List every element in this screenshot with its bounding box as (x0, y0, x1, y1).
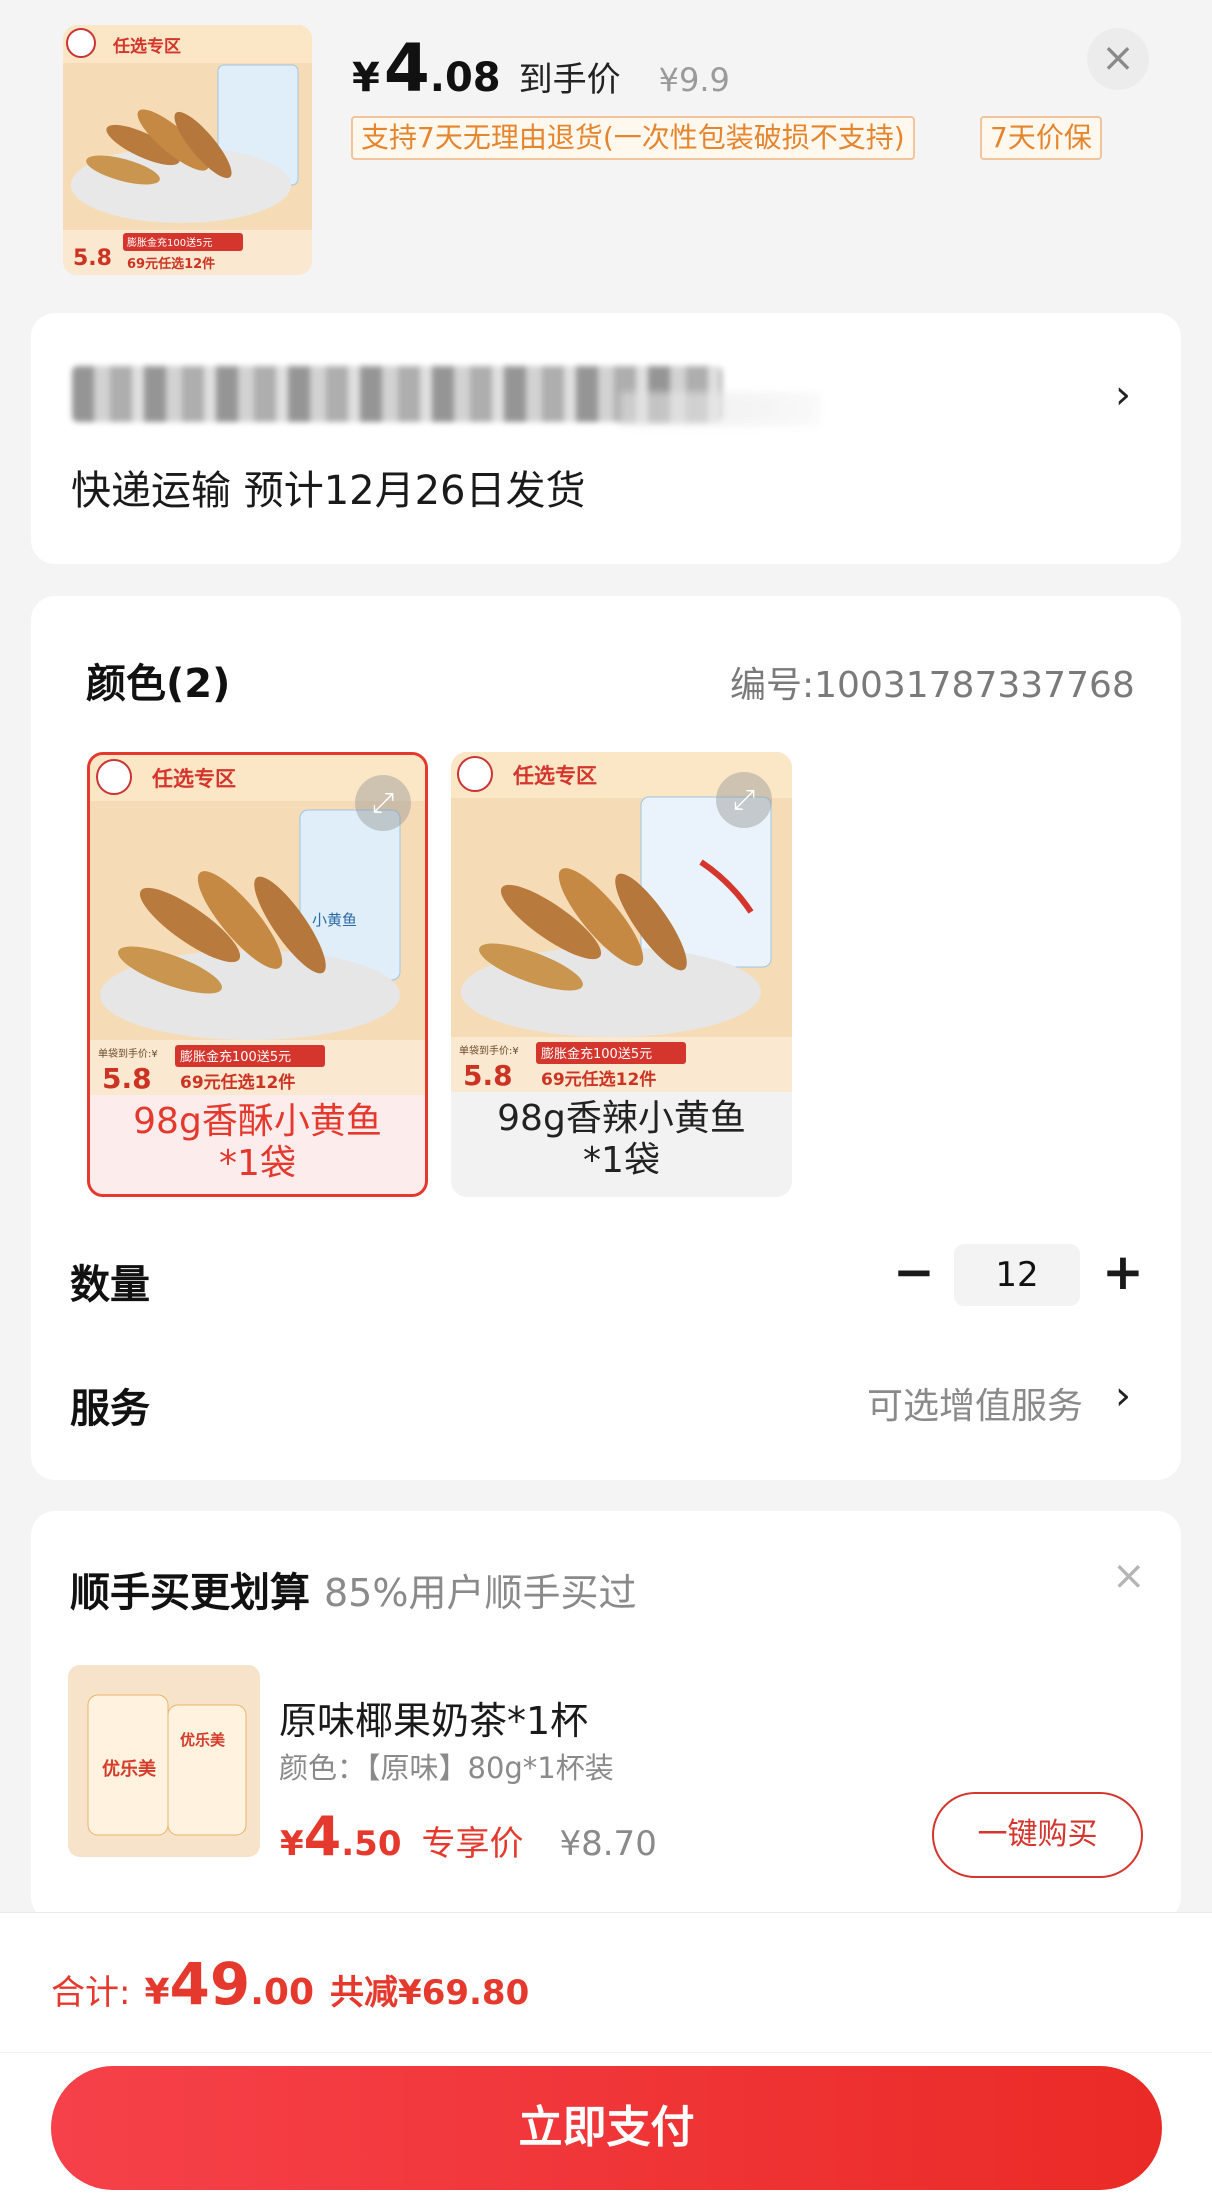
bundle-title: 顺手买更划算 (70, 1570, 310, 1616)
quantity-decrease-button[interactable]: − (893, 1247, 935, 1301)
close-button[interactable]: × (1087, 28, 1149, 90)
price-currency: ¥ (352, 55, 380, 101)
bundle-price-tag: 专享价 (421, 1824, 524, 1864)
bundle-subtitle: 85%用户顺手买过 (324, 1571, 637, 1615)
service-label: 服务 (70, 1386, 150, 1432)
variant-zone: 任选专区 (151, 767, 236, 791)
divider (0, 2052, 1212, 2053)
bundle-price-int: 4 (303, 1805, 342, 1868)
variant-section-title: 颜色(2) (86, 661, 231, 707)
thumb-promo2: 69元任选12件 (127, 256, 215, 272)
bundle-price-dec: .50 (341, 1824, 402, 1864)
price-row: ¥ 4 .08 到手价 ¥9.9 (352, 30, 730, 110)
return-policy-tag: 支持7天无理由退货(一次性包装破损不支持) (351, 116, 915, 160)
expand-icon[interactable]: ⤢ (716, 772, 772, 828)
variant-zone: 任选专区 (512, 764, 597, 788)
bundle-price-currency: ¥ (280, 1824, 304, 1864)
pay-now-button[interactable]: 立即支付 (51, 2066, 1162, 2190)
total-int: 49 (169, 1950, 251, 2018)
variant-bag-label: 小黄鱼 (312, 911, 357, 929)
price-int: 4 (383, 30, 430, 107)
thumb-unit-price: 5.8 (73, 246, 112, 271)
quantity-increase-button[interactable]: + (1101, 1247, 1145, 1301)
variant-unit-price-label: 单袋到手价:¥ (459, 1044, 519, 1057)
bundle-item-image[interactable]: 优乐美 优乐美 (68, 1665, 260, 1857)
sku-number: 编号:10031787337768 (730, 665, 1135, 706)
variant-unit-price: 5.8 (463, 1059, 513, 1092)
thumb-promo1: 膨胀金充100送5元 (127, 236, 212, 249)
variant-promo1: 膨胀金充100送5元 (180, 1049, 291, 1065)
bundle-item-name[interactable]: 原味椰果奶茶*1杯 (279, 1690, 588, 1745)
expand-icon[interactable]: ⤢ (355, 775, 411, 831)
variant-promo2: 69元任选12件 (541, 1069, 656, 1090)
service-chevron-icon[interactable]: › (1115, 1373, 1131, 1419)
variant-name-line2: *1袋 (219, 1143, 296, 1184)
shipping-info: 快递运输 预计12月26日发货 (71, 468, 586, 514)
address-card[interactable] (31, 313, 1181, 564)
variant-name-line1: 98g香辣小黄鱼 (497, 1098, 746, 1139)
variant-name: 98g香辣小黄鱼 *1袋 (451, 1098, 792, 1182)
bundle-brand-text-2: 优乐美 (180, 1731, 226, 1749)
total-saved: 共减¥69.80 (330, 1973, 530, 2013)
bundle-original-price: ¥8.70 (559, 1824, 657, 1864)
address-chevron-icon[interactable]: › (1115, 372, 1131, 418)
variant-promo1: 膨胀金充100送5元 (541, 1046, 652, 1062)
variant-unit-price: 5.8 (102, 1062, 152, 1095)
close-icon: × (1101, 35, 1135, 81)
variant-option-spicy[interactable]: 任选专区 单袋到手价:¥ 5.8 膨胀金充100送5元 69元任选12件 ⤢ 9… (451, 752, 792, 1197)
price-protection-tag: 7天价保 (980, 116, 1102, 160)
price-dec: .08 (429, 55, 501, 101)
variant-option-crispy[interactable]: 任选专区 小黄鱼 单袋到手价:¥ 5.8 膨胀金充100送5元 69元任选12件… (87, 752, 428, 1197)
service-option-link[interactable]: 可选增值服务 (867, 1377, 1083, 1429)
total-currency: ¥ (144, 1972, 170, 2013)
bundle-title-row: 顺手买更划算 85%用户顺手买过 (70, 1560, 636, 1618)
bundle-item-price: ¥ 4 .50 专享价 ¥8.70 (280, 1805, 657, 1868)
product-thumbnail[interactable]: 任选专区 5.8 膨胀金充100送5元 69元任选12件 (63, 25, 312, 275)
total-dec: .00 (250, 1972, 315, 2013)
quantity-input[interactable]: 12 (954, 1244, 1080, 1306)
bundle-item-spec: 颜色：【原味】80g*1杯装 (279, 1751, 614, 1785)
variant-name: 98g香酥小黄鱼 *1袋 (90, 1101, 425, 1185)
bundle-brand-text: 优乐美 (102, 1758, 156, 1780)
variant-name-line1: 98g香酥小黄鱼 (133, 1101, 382, 1142)
original-price: ¥9.9 (658, 61, 730, 99)
variant-unit-price-label: 单袋到手价:¥ (98, 1047, 158, 1060)
quantity-label: 数量 (70, 1262, 150, 1308)
bundle-close-icon[interactable]: × (1112, 1553, 1146, 1599)
variant-name-line2: *1袋 (583, 1140, 660, 1181)
price-label: 到手价 (518, 60, 621, 100)
total-label: 合计: (51, 1973, 131, 2013)
one-click-buy-button[interactable]: 一键购买 (932, 1792, 1143, 1878)
address-redacted-tail (620, 392, 820, 426)
total-row: 合计: ¥ 49 .00 共减¥69.80 (51, 1950, 529, 2018)
variant-promo2: 69元任选12件 (180, 1072, 295, 1093)
zone-text: 任选专区 (112, 36, 181, 57)
